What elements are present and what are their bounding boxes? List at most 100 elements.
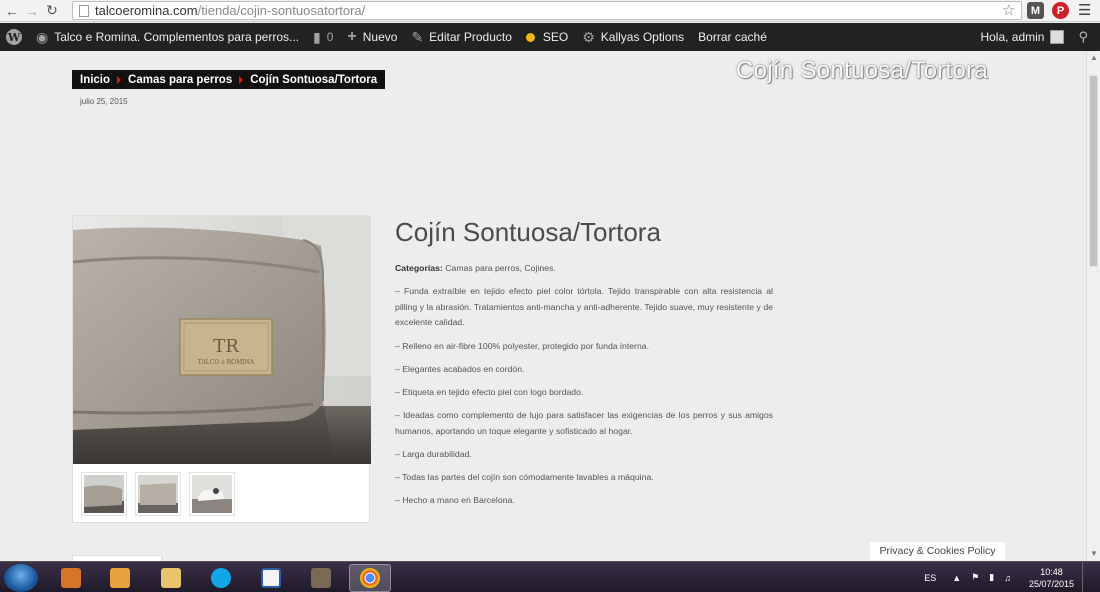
description-paragraph: – Etiqueta en tejido efecto piel con log… [395,386,584,397]
product-gallery: TR TALCO e ROMINA [72,215,371,523]
clear-cache-label: Borrar caché [698,30,767,44]
pencil-icon: ✎ [411,28,424,45]
browser-menu-icon[interactable]: ☰ [1078,1,1091,19]
breadcrumb-separator-icon [117,75,122,84]
seo-status-dot-icon [525,32,535,42]
seo-menu[interactable]: SEO [519,23,575,51]
media-player-icon [110,568,130,588]
scroll-up-arrow-icon[interactable]: ▲ [1090,53,1098,62]
breadcrumb-separator-icon [239,75,244,84]
taskbar-app-document[interactable] [250,564,292,592]
clock-date: 25/07/2015 [1028,578,1074,589]
extension-m-icon[interactable]: M [1027,2,1044,19]
categories-links[interactable]: Camas para perros, Cojines. [445,263,556,273]
action-center-flag-icon[interactable]: ⚑ [971,572,979,583]
taskbar-app-gimp[interactable] [300,564,342,592]
wp-logo-menu[interactable]: W [0,23,29,51]
comments-count: 0 [326,30,334,44]
start-button-icon[interactable] [4,564,38,592]
windows-taskbar: ES ▲ ⚑ ▮ ♫ 10:48 25/07/2015 [0,561,1100,592]
new-content-menu[interactable]: + Nuevo [340,23,404,51]
page-scrollbar[interactable]: ▲ ▼ [1086,51,1100,561]
breadcrumb: Inicio Camas para perros Cojín Sontuosa/… [72,70,386,89]
page-content: Inicio Camas para perros Cojín Sontuosa/… [0,51,1086,561]
product-title: Cojín Sontuosa/Tortora [395,217,661,247]
taskbar-app-chrome[interactable] [349,564,391,592]
product-main-image[interactable]: TR TALCO e ROMINA [73,216,371,464]
chrome-icon [360,568,380,588]
taskbar-clock[interactable]: 10:48 25/07/2015 [1029,566,1074,590]
network-signal-icon[interactable]: ▮ [989,572,994,583]
language-indicator[interactable]: ES [924,573,936,583]
avatar [1050,30,1065,44]
clear-cache-link[interactable]: Borrar caché [691,23,774,51]
wordpress-logo-icon: W [6,29,22,45]
gimp-icon [311,568,331,588]
label-logo-brand: TALCO e ROMINA [198,359,255,366]
admin-search-button[interactable]: ⚲ [1071,23,1100,51]
folder-icon [161,568,181,588]
edit-product-link[interactable]: ✎ Editar Producto [404,23,518,51]
taskbar-app-explorer[interactable] [150,564,192,592]
show-desktop-button[interactable] [1082,562,1092,592]
bookmark-star-icon[interactable]: ☆ [1002,1,1015,19]
plus-icon: + [347,28,357,45]
edit-product-label: Editar Producto [429,30,512,44]
taskbar-app-skype[interactable] [200,564,242,592]
categories-label: Categorías: [395,263,443,273]
seo-label: SEO [542,30,569,44]
product-description: Categorías: Camas para perros, Cojines. … [395,261,773,516]
comment-bubble-icon: ▮ [313,28,321,45]
forward-arrow-icon[interactable]: → [22,1,42,21]
dashboard-gauge-icon: ◉ [36,28,49,45]
address-bar[interactable]: talcoeromina.com/tienda/cojin-sontuosato… [72,1,1022,20]
description-paragraph: – Larga durabilidad. [395,448,472,459]
gallery-thumbnail[interactable] [135,472,181,516]
privacy-cookies-button[interactable]: Privacy & Cookies Policy [870,542,1005,560]
pinterest-extension-icon[interactable]: P [1052,2,1069,19]
description-paragraph: – Elegantes acabados en cordón. [395,363,525,374]
greeting: Hola, admin [980,30,1045,44]
breadcrumb-home[interactable]: Inicio [80,74,110,86]
description-paragraph: – Hecho a mano en Barcelona. [395,495,515,506]
comments-menu[interactable]: ▮ 0 [306,23,340,51]
hero-title: Cojín Sontuosa/Tortora [736,57,989,84]
url-path: /tienda/cojin-sontuosatortora/ [197,3,366,18]
post-date: julio 25, 2015 [80,97,128,106]
product-categories: Categorías: Camas para perros, Cojines. [395,261,773,277]
gallery-thumbnail[interactable] [189,472,235,516]
scroll-down-arrow-icon[interactable]: ▼ [1090,549,1098,558]
gear-icon: ⚙ [582,28,595,45]
label-logo-monogram: TR [213,336,239,357]
url-domain: talcoeromina.com [95,3,198,18]
description-paragraph: – Todas las partes del cojín son cómodam… [395,472,654,483]
description-paragraph: – Relleno en air-fibre 100% polyester, p… [395,340,650,351]
skype-icon [211,568,231,588]
taskbar-app-media-player[interactable] [99,564,141,592]
show-hidden-icons-icon[interactable]: ▲ [952,573,961,583]
reload-icon[interactable]: ↻ [42,1,62,21]
page-icon [79,4,89,17]
gallery-thumbnail[interactable] [81,472,127,516]
scrollbar-thumb[interactable] [1089,75,1098,267]
theme-options-menu[interactable]: ⚙ Kallyas Options [575,23,691,51]
site-name: Talco e Romina. Complementos para perros… [54,30,299,44]
theme-options-label: Kallyas Options [600,30,685,44]
toolbox-icon [61,568,81,588]
clock-time: 10:48 [1040,566,1063,577]
search-icon: ⚲ [1078,29,1088,44]
wp-admin-bar: W ◉ Talco e Romina. Complementos para pe… [0,23,1100,51]
volume-muted-icon[interactable]: ♫ [1004,573,1011,583]
system-tray: ES ▲ ⚑ ▮ ♫ 10:48 25/07/2015 [924,562,1092,592]
account-menu[interactable]: Hola, admin [973,23,1071,51]
description-paragraph: – Funda extraíble en tejido efecto piel … [395,286,773,328]
description-paragraph: – Ideadas como complemento de lujo para … [395,410,773,436]
document-icon [261,568,281,588]
site-name-menu[interactable]: ◉ Talco e Romina. Complementos para perr… [29,23,306,51]
browser-toolbar: ← → ↻ talcoeromina.com/tienda/cojin-sont… [0,0,1100,22]
taskbar-app-toolbox[interactable] [50,564,92,592]
breadcrumb-category[interactable]: Camas para perros [128,74,232,86]
back-arrow-icon[interactable]: ← [2,1,22,21]
breadcrumb-current: Cojín Sontuosa/Tortora [250,73,378,86]
new-label: Nuevo [362,30,398,44]
